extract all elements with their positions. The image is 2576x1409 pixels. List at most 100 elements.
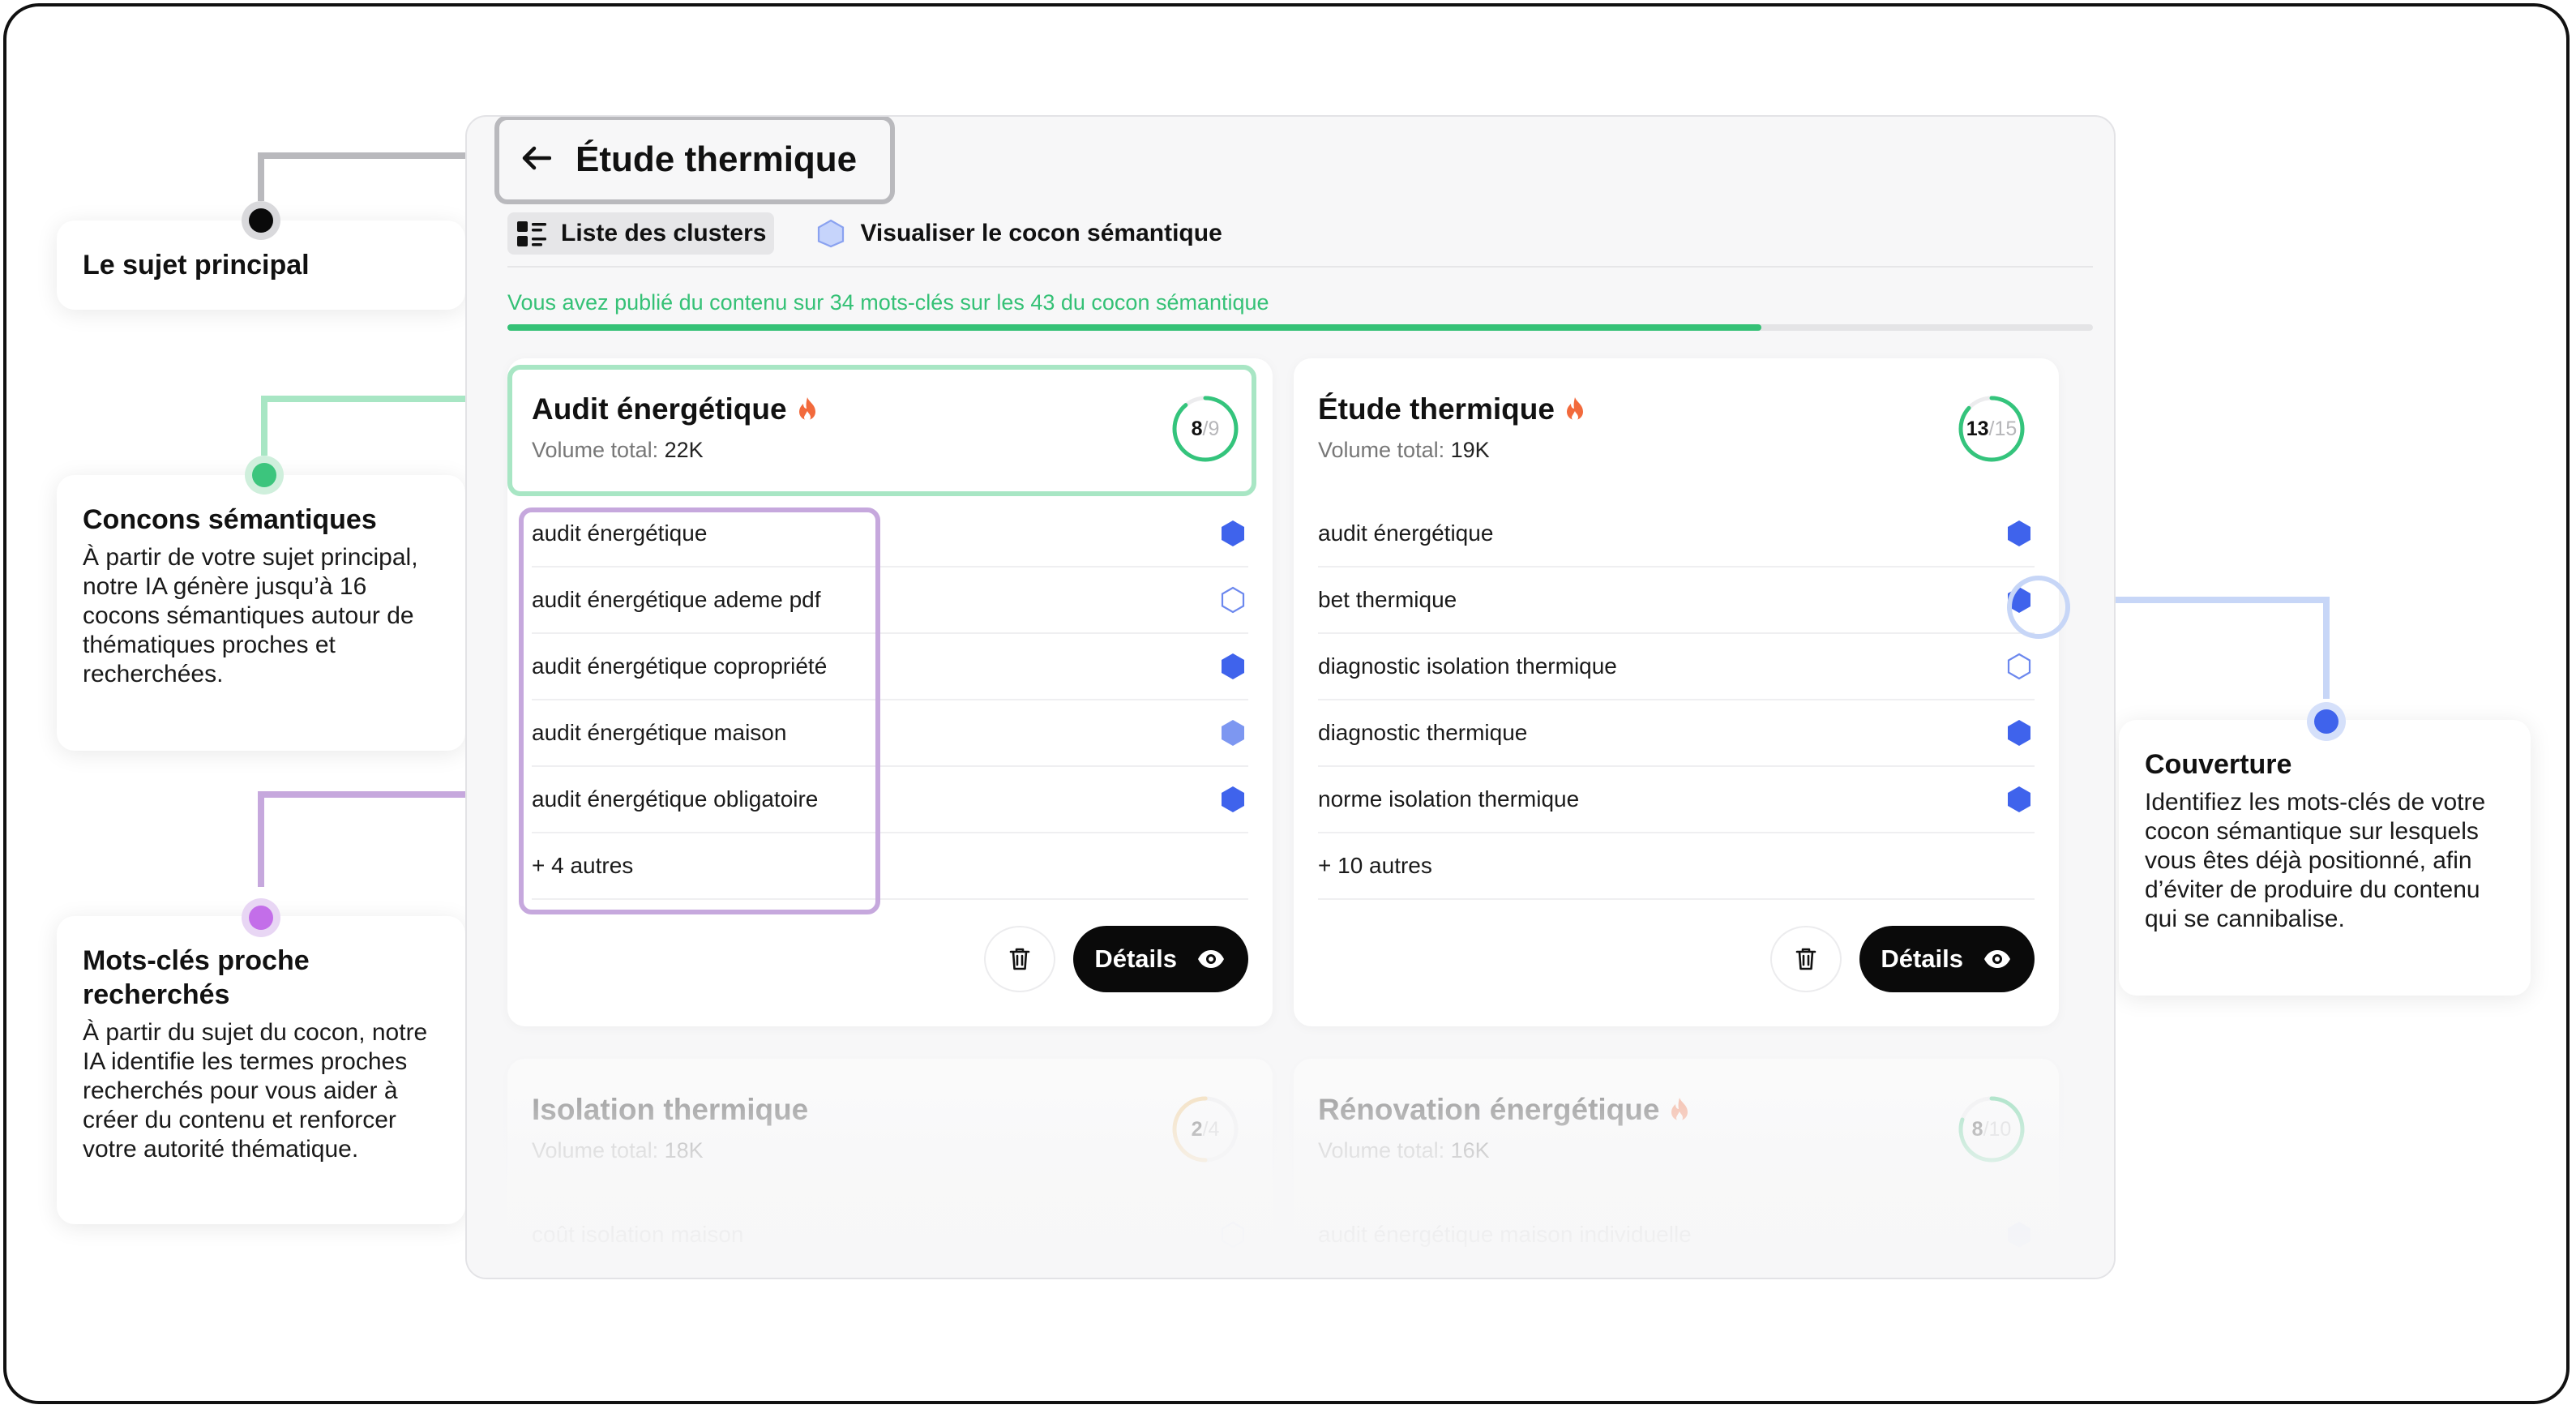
highlight-cluster-header bbox=[507, 365, 1256, 496]
keyword-text: audit énergétique maison individuelle bbox=[1318, 1222, 1692, 1247]
cluster-title: Étude thermique bbox=[1318, 392, 1555, 426]
arrow-left-icon bbox=[522, 146, 552, 169]
tabs-divider bbox=[507, 266, 2093, 268]
highlight-keyword-list bbox=[519, 507, 880, 914]
more-keywords-text: + 10 autres bbox=[1318, 853, 1432, 878]
volume-label: Volume total: bbox=[1318, 438, 1445, 462]
details-button[interactable]: Détails bbox=[1859, 926, 2035, 992]
hexagon-full-icon bbox=[2008, 720, 2030, 746]
callout-coverage-title: Couverture bbox=[2145, 749, 2292, 780]
coverage-ring: 8/10 bbox=[1957, 1094, 2026, 1164]
hexagon-icon bbox=[818, 219, 845, 248]
delete-button[interactable] bbox=[984, 926, 1056, 992]
callout-dot-keywords bbox=[242, 898, 280, 937]
card-actions: Détails bbox=[984, 926, 1248, 992]
callout-keywords: Mots-clés proche recherchés À partir du … bbox=[57, 916, 465, 1224]
cluster-header: Étude thermique Volume total: 19K bbox=[1318, 392, 1585, 463]
highlight-coverage-hexagon bbox=[2007, 576, 2070, 639]
connector-cocoons bbox=[261, 396, 267, 456]
callout-dot-coverage bbox=[2307, 702, 2346, 741]
volume-value: 16K bbox=[1450, 1138, 1490, 1163]
callout-keywords-text: À partir du sujet du cocon, notre IA ide… bbox=[83, 1019, 428, 1163]
cluster-volume: Volume total: 19K bbox=[1318, 438, 1585, 463]
details-button[interactable]: Détails bbox=[1073, 926, 1248, 992]
callout-coverage: Couverture Identifiez les mots-clés de v… bbox=[2119, 720, 2531, 996]
score-total: 4 bbox=[1208, 1117, 1220, 1141]
page-header: Étude thermique bbox=[494, 117, 895, 204]
hexagon-empty-icon bbox=[1221, 586, 1245, 614]
eye-icon bbox=[1984, 950, 2010, 968]
keyword-row[interactable]: coût isolation maison bbox=[532, 1201, 1248, 1268]
eye-icon bbox=[1198, 950, 1224, 968]
volume-value: 19K bbox=[1450, 438, 1490, 462]
keyword-row[interactable]: norme isolation thermique bbox=[1318, 767, 2035, 833]
keyword-row[interactable]: diagnostic thermique bbox=[1318, 700, 2035, 767]
connector-main-subject bbox=[258, 152, 264, 201]
hexagon-empty-icon bbox=[2007, 653, 2031, 680]
progress-bar-fill bbox=[507, 324, 1761, 331]
score-total: 10 bbox=[1988, 1117, 2012, 1141]
cluster-card: Isolation thermique Volume total: 18K 2/… bbox=[507, 1059, 1273, 1278]
trash-icon bbox=[1796, 948, 1816, 970]
page-title: Étude thermique bbox=[576, 139, 858, 179]
view-tabs: Liste des clusters Visualiser le cocon s… bbox=[507, 212, 1230, 255]
keyword-list: audit énergétique maison individuelle bbox=[1318, 1201, 2035, 1268]
more-keywords-link[interactable]: + 10 autres bbox=[1318, 833, 2035, 900]
illustration-frame: Le sujet principal Concons sémantiques À… bbox=[3, 3, 2570, 1404]
score-done: 8 bbox=[1971, 1117, 1983, 1141]
connector-coverage bbox=[2323, 597, 2330, 699]
cluster-title: Rénovation énergétique bbox=[1318, 1093, 1660, 1126]
tab-clusters-label: Liste des clusters bbox=[561, 220, 767, 246]
cluster-header: Isolation thermique Volume total: 18K bbox=[532, 1093, 808, 1163]
score-separator: / bbox=[1983, 1117, 1989, 1141]
back-button[interactable] bbox=[522, 142, 552, 178]
cluster-header: Rénovation énergétique Volume total: 16K bbox=[1318, 1093, 1690, 1163]
keyword-list: coût isolation maison bbox=[532, 1201, 1248, 1268]
hexagon-full-icon bbox=[1222, 653, 1244, 679]
keyword-text: coût isolation maison bbox=[532, 1222, 744, 1247]
keyword-text: diagnostic thermique bbox=[1318, 720, 1528, 745]
flame-icon bbox=[1671, 1098, 1688, 1121]
keyword-row[interactable]: audit énergétique bbox=[1318, 501, 2035, 567]
keyword-text: bet thermique bbox=[1318, 587, 1457, 612]
tab-clusters-list[interactable]: Liste des clusters bbox=[507, 212, 775, 255]
coverage-ring: 2/4 bbox=[1170, 1094, 1240, 1164]
details-label: Détails bbox=[1094, 944, 1177, 973]
hexagon-full-icon bbox=[2008, 520, 2030, 546]
callout-coverage-text: Identifiez les mots-clés de votre cocon … bbox=[2145, 789, 2486, 932]
trash-icon bbox=[1010, 948, 1030, 970]
volume-label: Volume total: bbox=[1318, 1138, 1445, 1163]
keyword-text: diagnostic isolation thermique bbox=[1318, 653, 1617, 679]
connector-keywords bbox=[258, 791, 264, 887]
hexagon-full-icon bbox=[1222, 786, 1244, 812]
cluster-card: Rénovation énergétique Volume total: 16K… bbox=[1294, 1059, 2059, 1278]
progress-bar bbox=[507, 324, 2093, 331]
tab-visualize-label: Visualiser le cocon sémantique bbox=[860, 220, 1222, 246]
cluster-card: Étude thermique Volume total: 19K 13/15 … bbox=[1294, 358, 2059, 1026]
keyword-row[interactable]: diagnostic isolation thermique bbox=[1318, 634, 2035, 700]
volume-value: 18K bbox=[664, 1138, 704, 1163]
cluster-title: Isolation thermique bbox=[532, 1093, 809, 1126]
callout-main-subject-title: Le sujet principal bbox=[83, 250, 310, 281]
callout-cocoons: Concons sémantiques À partir de votre su… bbox=[57, 475, 465, 751]
callout-cocoons-title: Concons sémantiques bbox=[83, 504, 377, 535]
progress-text: Vous avez publié du contenu sur 34 mots-… bbox=[507, 290, 1269, 315]
score-separator: / bbox=[1988, 417, 1995, 440]
tab-visualize-cocoon[interactable]: Visualiser le cocon sémantique bbox=[807, 212, 1230, 255]
callout-dot-cocoons bbox=[245, 456, 284, 495]
list-icon bbox=[517, 221, 546, 246]
app-panel: Étude thermique Liste des clusters Visua… bbox=[465, 115, 2116, 1279]
keyword-list: audit énergétique bet thermique diagnost… bbox=[1318, 501, 2035, 900]
details-label: Détails bbox=[1881, 944, 1963, 973]
score-done: 2 bbox=[1191, 1117, 1203, 1141]
cluster-volume: Volume total: 16K bbox=[1318, 1138, 1690, 1163]
score-done: 13 bbox=[1966, 417, 1989, 440]
keyword-row[interactable]: audit énergétique maison individuelle bbox=[1318, 1201, 2035, 1268]
coverage-ring: 13/15 bbox=[1957, 394, 2026, 464]
callout-dot-main-subject bbox=[242, 201, 280, 240]
hexagon-partial-icon bbox=[1222, 720, 1244, 746]
delete-button[interactable] bbox=[1770, 926, 1842, 992]
keyword-text: norme isolation thermique bbox=[1318, 786, 1580, 812]
keyword-row[interactable]: bet thermique bbox=[1318, 567, 2035, 634]
hexagon-empty-icon bbox=[1221, 1221, 1245, 1248]
